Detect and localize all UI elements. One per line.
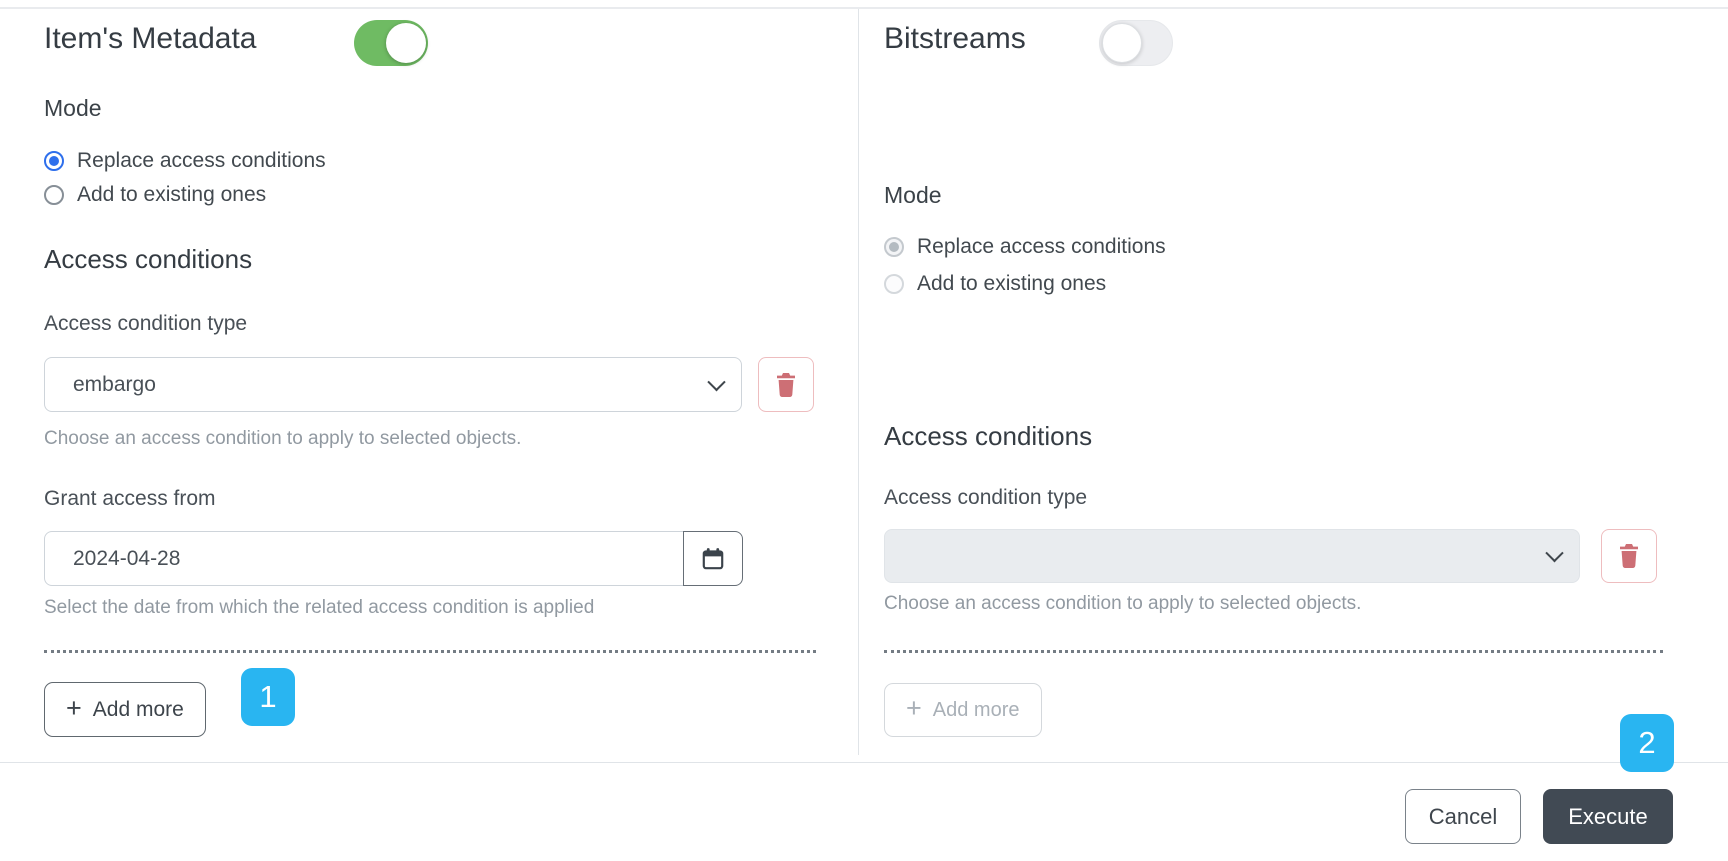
access-condition-type-label: Access condition type	[44, 311, 247, 337]
footer-divider	[0, 762, 1728, 763]
radio-label: Replace access conditions	[917, 234, 1166, 260]
radio-selected-icon[interactable]	[44, 151, 64, 171]
step-annotation-1: 1	[241, 668, 295, 726]
trash-icon	[1617, 543, 1641, 569]
add-more-label: Add more	[93, 698, 184, 722]
bitstreams-toggle[interactable]	[1099, 20, 1173, 66]
step-annotation-2: 2	[1620, 714, 1674, 772]
radio-selected-disabled-icon	[884, 237, 904, 257]
help-text: Choose an access condition to apply to s…	[884, 592, 1361, 616]
radio-unselected-icon[interactable]	[44, 185, 64, 205]
select-value: embargo	[73, 373, 156, 397]
radio-label: Add to existing ones	[917, 271, 1106, 297]
help-text: Select the date from which the related a…	[44, 596, 594, 620]
access-condition-type-label: Access condition type	[884, 485, 1087, 511]
add-more-label: Add more	[933, 699, 1020, 722]
item-metadata-toggle[interactable]	[354, 20, 428, 66]
grant-access-from-label: Grant access from	[44, 486, 216, 512]
delete-access-condition-button-disabled	[1601, 529, 1657, 583]
access-condition-type-select[interactable]: embargo	[44, 357, 742, 412]
toggle-knob	[386, 23, 426, 63]
plus-icon: +	[906, 695, 922, 722]
plus-icon: +	[66, 695, 82, 722]
help-text: Choose an access condition to apply to s…	[44, 427, 521, 451]
grant-access-from-input[interactable]: 2024-04-28	[44, 531, 684, 586]
panel-title: Bitstreams	[884, 21, 1026, 57]
radio-label: Add to existing ones	[77, 182, 266, 208]
access-conditions-heading: Access conditions	[44, 243, 252, 276]
radio-unselected-disabled-icon	[884, 274, 904, 294]
trash-icon	[774, 372, 798, 398]
date-picker-button[interactable]	[683, 531, 743, 586]
delete-access-condition-button[interactable]	[758, 357, 814, 412]
date-value: 2024-04-28	[73, 547, 180, 571]
access-conditions-heading: Access conditions	[884, 420, 1092, 453]
radio-label: Replace access conditions	[77, 148, 326, 174]
radio-replace-access-conditions-disabled: Replace access conditions	[884, 234, 1166, 260]
grant-access-from-group: 2024-04-28	[44, 531, 742, 586]
add-more-button[interactable]: + Add more	[44, 682, 206, 737]
toggle-knob	[1102, 23, 1142, 63]
access-condition-type-select-disabled	[884, 529, 1580, 583]
dotted-divider	[44, 650, 816, 653]
bulk-access-management-form: Item's Metadata Mode Replace access cond…	[0, 0, 1728, 861]
mode-heading: Mode	[884, 181, 942, 209]
radio-add-to-existing-ones-disabled: Add to existing ones	[884, 271, 1106, 297]
dotted-divider	[884, 650, 1663, 653]
cancel-button[interactable]: Cancel	[1405, 789, 1521, 844]
radio-add-to-existing-ones[interactable]: Add to existing ones	[44, 182, 266, 208]
mode-heading: Mode	[44, 94, 102, 122]
radio-replace-access-conditions[interactable]: Replace access conditions	[44, 148, 326, 174]
execute-button[interactable]: Execute	[1543, 789, 1673, 844]
panel-title: Item's Metadata	[44, 21, 257, 57]
panel-divider	[858, 9, 859, 755]
calendar-icon	[700, 546, 726, 572]
top-divider	[0, 7, 1728, 9]
add-more-button-disabled: + Add more	[884, 683, 1042, 737]
